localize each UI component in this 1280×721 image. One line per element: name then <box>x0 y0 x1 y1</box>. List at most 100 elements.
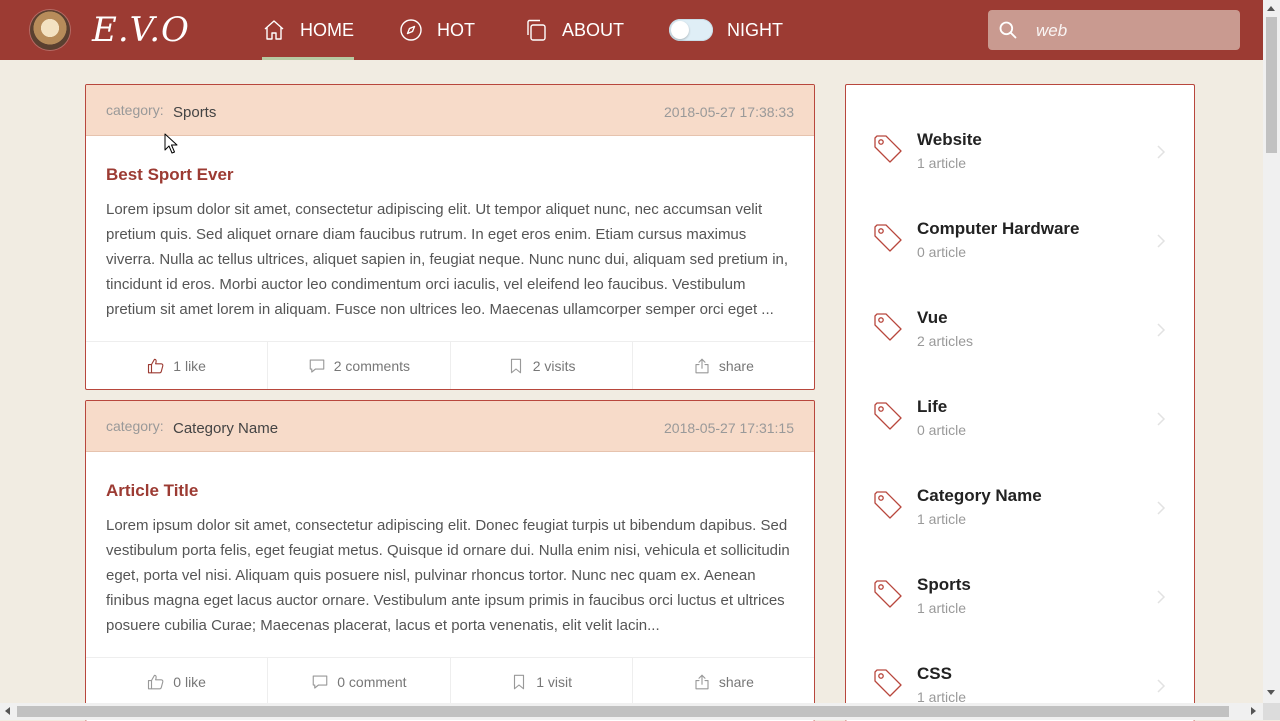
compass-icon <box>400 19 422 41</box>
comment-count: 2 comments <box>333 358 410 374</box>
nav-night-mode[interactable]: NIGHT <box>669 0 783 60</box>
comment-count: 0 comment <box>337 674 407 690</box>
sidebar-category-item[interactable]: Life 0 article <box>846 352 1194 441</box>
tag-icon <box>874 669 902 697</box>
visits-button[interactable]: 2 visits <box>451 342 633 389</box>
thumbs-up-icon <box>148 674 164 690</box>
article-card-header: category: Category Name 2018-05-27 17:31… <box>86 401 814 452</box>
horizontal-scrollbar[interactable] <box>0 703 1263 720</box>
sidebar-category-item[interactable]: CSS 1 article <box>846 619 1194 708</box>
article-category-link[interactable]: Category Name <box>173 420 278 437</box>
vertical-scrollbar[interactable] <box>1263 0 1280 720</box>
sidebar-category-item[interactable]: Computer Hardware 0 article <box>846 174 1194 263</box>
sidebar-category-name: CSS <box>917 664 952 683</box>
like-count: 1 like <box>173 358 206 374</box>
like-button[interactable]: 1 like <box>86 342 269 389</box>
sidebar-category-item[interactable]: Website 1 article <box>846 85 1194 174</box>
share-icon <box>695 358 709 374</box>
search-input[interactable] <box>1034 18 1228 44</box>
nav-home-label: HOME <box>300 19 354 40</box>
category-label: category: <box>106 102 164 118</box>
share-button[interactable]: share <box>633 658 814 706</box>
tag-icon <box>874 402 902 430</box>
vertical-scroll-thumb[interactable] <box>1266 17 1277 153</box>
sidebar-category-name: Sports <box>917 575 971 594</box>
copy-icon <box>527 19 546 41</box>
sidebar-category-item[interactable]: Vue 2 articles <box>846 263 1194 352</box>
mouse-pointer-icon <box>164 133 178 154</box>
tag-icon <box>874 313 902 341</box>
site-logo[interactable]: E.V.O <box>92 8 190 52</box>
chevron-right-icon <box>1157 590 1166 604</box>
sidebar-category-count: 1 article <box>917 155 967 171</box>
sidebar-category-count: 0 article <box>917 244 967 260</box>
chevron-right-icon <box>1157 234 1166 248</box>
comments-button[interactable]: 2 comments <box>268 342 451 389</box>
like-count: 0 like <box>173 674 206 690</box>
comments-button[interactable]: 0 comment <box>268 658 451 706</box>
like-button[interactable]: 0 like <box>86 658 269 706</box>
avatar[interactable] <box>30 10 70 50</box>
horizontal-scroll-thumb[interactable] <box>17 706 1229 717</box>
share-icon <box>695 674 709 690</box>
sidebar-category-item[interactable]: Category Name 1 article <box>846 441 1194 530</box>
scroll-left-arrow-icon[interactable] <box>5 707 10 715</box>
visits-button[interactable]: 1 visit <box>451 658 633 706</box>
sidebar-category-name: Category Name <box>917 486 1042 505</box>
chevron-right-icon <box>1157 145 1166 159</box>
tag-icon <box>874 135 902 163</box>
search-icon <box>999 21 1017 39</box>
scroll-right-arrow-icon[interactable] <box>1251 707 1256 715</box>
thumbs-up-icon <box>148 358 164 374</box>
article-card: category: Category Name 2018-05-27 17:31… <box>85 400 815 721</box>
nav-hot[interactable]: HOT <box>399 0 475 60</box>
article-date: 2018-05-27 17:38:33 <box>664 104 794 120</box>
scroll-down-arrow-icon[interactable] <box>1267 690 1275 695</box>
nav-about-label: ABOUT <box>562 19 625 40</box>
sidebar-category-name: Vue <box>917 308 948 327</box>
sidebar-category-name: Life <box>917 397 948 416</box>
sidebar-category-count: 2 articles <box>917 333 974 349</box>
scroll-up-arrow-icon[interactable] <box>1267 6 1275 11</box>
chevron-right-icon <box>1157 323 1166 337</box>
night-mode-toggle[interactable] <box>669 19 713 41</box>
category-sidebar: Website 1 article Computer Hardware 0 ar… <box>845 84 1195 721</box>
visit-count: 2 visits <box>532 358 576 374</box>
share-label: share <box>718 358 754 374</box>
sidebar-category-count: 1 article <box>917 600 967 616</box>
scrollbar-corner <box>1263 703 1280 720</box>
tag-icon <box>874 491 902 519</box>
sidebar-category-count: 1 article <box>917 511 967 527</box>
chevron-right-icon <box>1157 412 1166 426</box>
search-box[interactable] <box>988 10 1240 50</box>
sidebar-category-item[interactable]: Sports 1 article <box>846 530 1194 619</box>
nav-hot-label: HOT <box>437 19 475 40</box>
share-button[interactable]: share <box>633 342 814 389</box>
nav-about[interactable]: ABOUT <box>524 0 624 60</box>
article-date: 2018-05-27 17:31:15 <box>664 420 794 436</box>
article-card-header: category: Sports 2018-05-27 17:38:33 <box>86 85 814 136</box>
nav-night-label: NIGHT <box>727 19 783 40</box>
sidebar-category-count: 0 article <box>917 422 967 438</box>
visit-count: 1 visit <box>536 674 573 690</box>
article-excerpt: Lorem ipsum dolor sit amet, consectetur … <box>106 201 789 318</box>
bookmark-icon <box>510 358 521 374</box>
article-card: category: Sports 2018-05-27 17:38:33 Bes… <box>85 84 815 390</box>
chevron-right-icon <box>1157 679 1166 693</box>
article-title-link[interactable]: Best Sport Ever <box>106 165 234 185</box>
bookmark-icon <box>514 674 525 690</box>
comment-icon <box>309 359 325 373</box>
category-label: category: <box>106 418 164 434</box>
article-category-link[interactable]: Sports <box>173 104 216 121</box>
sidebar-category-name: Computer Hardware <box>917 219 1080 238</box>
nav-home[interactable]: HOME <box>262 0 354 60</box>
article-excerpt: Lorem ipsum dolor sit amet, consectetur … <box>106 517 790 634</box>
sidebar-category-name: Website <box>917 130 982 149</box>
top-navbar: E.V.O HOME HOT ABOUT NIGHT <box>0 0 1263 60</box>
article-actions: 0 like 0 comment 1 visit share <box>86 657 814 706</box>
tag-icon <box>874 580 902 608</box>
chevron-right-icon <box>1157 501 1166 515</box>
home-icon <box>264 20 284 40</box>
article-title-link[interactable]: Article Title <box>106 481 198 501</box>
tag-icon <box>874 224 902 252</box>
